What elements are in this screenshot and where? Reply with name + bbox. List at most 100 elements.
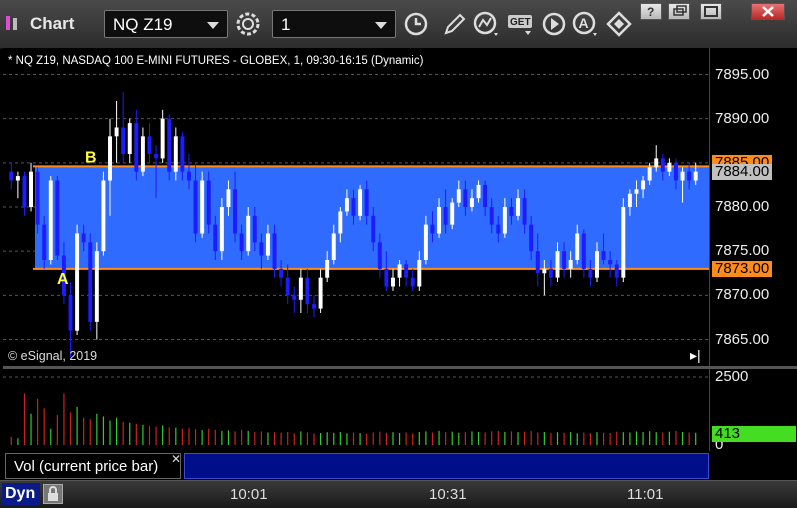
candle bbox=[614, 264, 619, 278]
price-tick-label: 7865.00 bbox=[715, 330, 770, 348]
pencil-icon[interactable] bbox=[440, 10, 470, 38]
interval-select[interactable]: 1 bbox=[272, 10, 396, 38]
candle bbox=[213, 224, 218, 252]
candle bbox=[75, 233, 80, 331]
svg-text:?: ? bbox=[647, 5, 654, 19]
price-chart[interactable]: AB bbox=[3, 48, 709, 366]
candle bbox=[456, 189, 461, 203]
candle bbox=[121, 127, 126, 154]
candle bbox=[483, 184, 488, 207]
copyright-text: © eSignal, 2019 bbox=[8, 349, 98, 363]
candle bbox=[496, 224, 501, 234]
candle bbox=[108, 136, 112, 181]
candle bbox=[285, 277, 290, 296]
candle bbox=[219, 207, 224, 252]
candle bbox=[140, 136, 145, 172]
candle bbox=[312, 304, 316, 309]
candle bbox=[509, 207, 514, 216]
candle bbox=[654, 158, 659, 168]
cursor-icon[interactable] bbox=[604, 10, 634, 38]
candle bbox=[687, 171, 692, 181]
interval-value: 1 bbox=[281, 15, 291, 34]
level-a-label: A bbox=[57, 271, 69, 288]
candle bbox=[673, 162, 678, 181]
candle bbox=[147, 136, 152, 154]
candle bbox=[233, 189, 238, 234]
candle bbox=[647, 167, 652, 181]
candle bbox=[548, 268, 553, 278]
study-icon[interactable] bbox=[472, 10, 502, 38]
candle bbox=[535, 251, 540, 274]
alert-icon[interactable]: A bbox=[571, 10, 601, 38]
level-b-label: B bbox=[85, 149, 97, 166]
maximize-button[interactable] bbox=[700, 3, 722, 20]
candle bbox=[187, 171, 191, 181]
play-icon[interactable] bbox=[539, 10, 569, 38]
candle bbox=[88, 242, 93, 322]
current-volume-label: 413 bbox=[712, 425, 796, 442]
time-tick-label: 10:01 bbox=[230, 486, 268, 503]
restore-button[interactable] bbox=[668, 3, 690, 20]
candle bbox=[114, 127, 119, 137]
volume-pane[interactable] bbox=[3, 369, 709, 451]
help-button[interactable]: ? bbox=[640, 3, 662, 20]
candle bbox=[226, 189, 231, 207]
price-tick-label: 7875.00 bbox=[715, 242, 770, 260]
lock-icon[interactable] bbox=[43, 484, 63, 504]
candle bbox=[239, 233, 244, 252]
close-study-icon[interactable]: ✕ bbox=[171, 452, 181, 466]
symbol-select[interactable]: NQ Z19 bbox=[104, 10, 228, 38]
candle bbox=[9, 171, 14, 181]
candle bbox=[516, 198, 520, 216]
clock-icon[interactable] bbox=[401, 10, 431, 38]
candle bbox=[344, 198, 349, 212]
candle bbox=[351, 198, 356, 216]
time-tick-label: 10:31 bbox=[429, 486, 467, 503]
settings-icon[interactable] bbox=[233, 10, 263, 38]
symbol-value: NQ Z19 bbox=[113, 15, 173, 34]
candle bbox=[358, 189, 363, 216]
candle bbox=[246, 215, 251, 252]
candle bbox=[581, 233, 586, 269]
candle bbox=[55, 180, 60, 256]
candle bbox=[621, 207, 626, 278]
candle bbox=[542, 268, 547, 274]
candle bbox=[35, 171, 40, 225]
get-icon[interactable]: GET bbox=[506, 10, 536, 38]
level-a-price-label: 7873.00 bbox=[712, 260, 773, 277]
price-tick-label: 7890.00 bbox=[715, 109, 770, 127]
candle bbox=[437, 207, 442, 234]
candle bbox=[29, 171, 34, 207]
study-strip bbox=[184, 453, 709, 479]
time-axis[interactable] bbox=[0, 480, 797, 508]
volume-axis[interactable]: 2500 0 413 bbox=[709, 368, 797, 453]
candle bbox=[443, 207, 448, 225]
candle bbox=[22, 176, 27, 207]
candle bbox=[667, 162, 672, 172]
candle bbox=[693, 171, 698, 181]
candle bbox=[154, 154, 159, 159]
candle bbox=[601, 251, 606, 260]
candle bbox=[529, 224, 534, 252]
price-chart-canvas: AB bbox=[3, 74, 709, 358]
candle bbox=[298, 277, 303, 300]
candle bbox=[318, 277, 323, 309]
chart-app-icon bbox=[5, 14, 21, 32]
candle bbox=[173, 136, 178, 172]
candle bbox=[305, 277, 310, 305]
scroll-to-end-icon[interactable]: ▸| bbox=[690, 347, 701, 364]
candle bbox=[660, 158, 665, 172]
candle bbox=[265, 233, 270, 256]
volume-chart-canvas bbox=[3, 376, 709, 445]
price-axis[interactable]: 7895.007890.007885.007880.007875.007870.… bbox=[709, 48, 797, 366]
candle bbox=[259, 242, 264, 256]
dynamic-button[interactable]: Dyn bbox=[2, 483, 40, 505]
time-tick-label: 11:01 bbox=[627, 486, 664, 503]
candle bbox=[292, 295, 297, 300]
candle bbox=[608, 260, 613, 265]
candle bbox=[127, 123, 132, 154]
price-tick-label: 7895.00 bbox=[715, 65, 770, 83]
close-button[interactable] bbox=[751, 3, 785, 20]
candle bbox=[469, 198, 474, 207]
candle bbox=[595, 251, 599, 278]
